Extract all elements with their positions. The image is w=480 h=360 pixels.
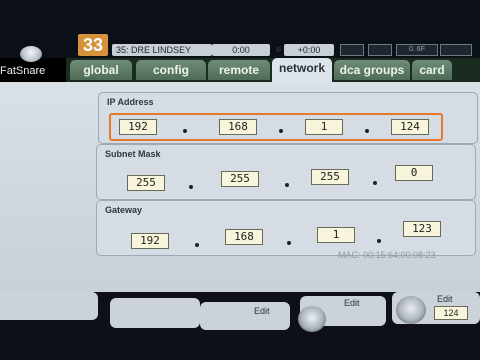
time-readout-b: +0:00 [284, 44, 334, 56]
tab-network[interactable]: network [272, 58, 332, 82]
edit-label[interactable]: Edit [344, 298, 360, 308]
subnet-mask-group: Subnet Mask 255 255 255 0 [96, 144, 476, 200]
stop-icon [276, 47, 281, 52]
control-panel [200, 302, 290, 330]
octet-separator [377, 239, 381, 243]
tab-card[interactable]: card [412, 60, 452, 80]
octet-separator [365, 129, 369, 133]
octet-separator [285, 183, 289, 187]
gateway-title: Gateway [105, 205, 143, 215]
edit-label[interactable]: Edit [437, 294, 453, 304]
edit-label[interactable]: Edit [254, 306, 270, 316]
network-panel-body: IP Address 192 168 1 124 Subnet Mask 255… [0, 82, 480, 292]
gateway-octet-2[interactable]: 168 [225, 229, 263, 245]
gateway-group: Gateway 192 168 1 123 [96, 200, 476, 256]
ip-octet-2[interactable]: 168 [219, 119, 257, 135]
subnet-octet-3[interactable]: 255 [311, 169, 349, 185]
subnet-octet-1[interactable]: 255 [127, 175, 165, 191]
tab-config[interactable]: config [136, 60, 206, 80]
octet-separator [373, 181, 377, 185]
meter-readout: 0. 6F [396, 44, 438, 56]
meter-box [440, 44, 472, 56]
subnet-octet-4[interactable]: 0 [395, 165, 433, 181]
ip-octet-4[interactable]: 124 [391, 119, 429, 135]
octet-separator [189, 185, 193, 189]
gateway-octet-1[interactable]: 192 [131, 233, 169, 249]
time-readout-a: 0:00 [212, 44, 270, 56]
octet-separator [183, 129, 187, 133]
tab-remote[interactable]: remote [208, 60, 270, 80]
encoder-value: 124 [434, 306, 468, 320]
tab-global[interactable]: global [70, 60, 132, 80]
console-screen: 33 35: DRE LINDSEY 0:00 +0:00 0. 6F FatS… [0, 0, 480, 360]
encoder-knob-icon[interactable] [298, 306, 326, 332]
octet-separator [279, 129, 283, 133]
mac-address: MAC: 00:15:64:00:08:23 [338, 250, 436, 260]
control-panel [0, 292, 98, 320]
meter-box [368, 44, 392, 56]
gateway-octet-3[interactable]: 1 [317, 227, 355, 243]
ip-address-group: IP Address 192 168 1 124 [98, 92, 478, 144]
meter-box [340, 44, 364, 56]
ip-octet-1[interactable]: 192 [119, 119, 157, 135]
scene-number[interactable]: 33 [78, 34, 108, 56]
ip-address-title: IP Address [107, 97, 154, 107]
gateway-octet-4[interactable]: 123 [403, 221, 441, 237]
octet-separator [195, 243, 199, 247]
control-panel [110, 298, 200, 328]
top-status-bar: 33 35: DRE LINDSEY 0:00 +0:00 0. 6F [0, 0, 480, 58]
network-panel: IP Address 192 168 1 124 Subnet Mask 255… [0, 82, 480, 292]
scene-name[interactable]: 35: DRE LINDSEY [112, 44, 212, 56]
encoder-knob-icon[interactable] [396, 296, 426, 324]
subnet-octet-2[interactable]: 255 [221, 171, 259, 187]
channel-knob-icon[interactable] [20, 46, 42, 62]
octet-separator [287, 241, 291, 245]
subnet-mask-title: Subnet Mask [105, 149, 161, 159]
tab-dca-groups[interactable]: dca groups [334, 60, 410, 80]
ip-octet-3[interactable]: 1 [305, 119, 343, 135]
channel-name: FatSnare [0, 65, 46, 77]
